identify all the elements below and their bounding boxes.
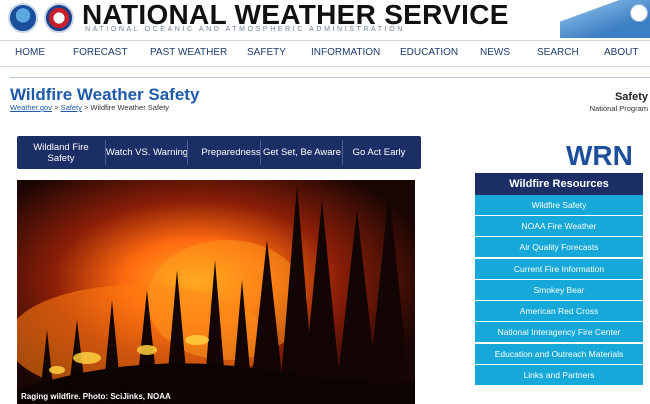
resource-link-air-quality[interactable]: Air Quality Forecasts xyxy=(475,237,643,257)
wrn-logo[interactable]: WRN xyxy=(566,140,641,171)
wrn-logo-text: WRN xyxy=(566,140,633,170)
noaa-logo[interactable] xyxy=(8,3,38,33)
breadcrumb-current: Wildfire Weather Safety xyxy=(90,103,170,112)
breadcrumb: Weather.gov > Safety > Wildfire Weather … xyxy=(10,103,169,112)
tab-watch-vs-warning[interactable]: Watch VS. Warning xyxy=(97,136,197,169)
nav-education[interactable]: EDUCATION xyxy=(400,47,458,58)
site-subtitle: NATIONAL OCEANIC AND ATMOSPHERIC ADMINIS… xyxy=(85,26,405,33)
main-navigation: HOME FORECAST PAST WEATHER SAFETY INFORM… xyxy=(0,40,650,67)
nav-forecast[interactable]: FORECAST xyxy=(73,47,127,58)
photo-caption: Raging wildfire. Photo: SciJinks, NOAA xyxy=(21,392,171,401)
breadcrumb-separator: > xyxy=(83,103,89,112)
divider xyxy=(10,77,650,78)
nav-past-weather[interactable]: PAST WEATHER xyxy=(150,47,227,58)
breadcrumb-safety[interactable]: Safety xyxy=(61,103,82,112)
resources-heading: Wildfire Resources xyxy=(475,173,643,195)
tab-get-set-be-aware[interactable]: Get Set, Be Aware xyxy=(260,136,344,169)
resource-link-smokey-bear[interactable]: Smokey Bear xyxy=(475,280,643,300)
tab-wildland-fire-safety[interactable]: Wildland Fire Safety xyxy=(21,136,101,169)
resource-link-wildfire-safety[interactable]: Wildfire Safety xyxy=(475,195,643,215)
corner-logo-icon xyxy=(630,4,648,22)
nav-news[interactable]: NEWS xyxy=(480,47,510,58)
nav-search[interactable]: SEARCH xyxy=(537,47,579,58)
resource-link-education-outreach[interactable]: Education and Outreach Materials xyxy=(475,344,643,364)
resource-link-red-cross[interactable]: American Red Cross xyxy=(475,301,643,321)
tab-divider xyxy=(187,140,188,165)
program-subheading: National Program xyxy=(589,104,648,113)
nav-safety[interactable]: SAFETY xyxy=(247,47,286,58)
resource-link-current-fire-info[interactable]: Current Fire Information xyxy=(475,259,643,279)
nav-home[interactable]: HOME xyxy=(15,47,45,58)
nav-about[interactable]: ABOUT xyxy=(604,47,638,58)
wildfire-photo xyxy=(17,180,415,404)
topic-tabs: Wildland Fire Safety Watch VS. Warning P… xyxy=(17,136,421,169)
program-heading: Safety xyxy=(614,91,648,103)
resource-link-links-partners[interactable]: Links and Partners xyxy=(475,365,643,385)
resource-link-nifc[interactable]: National Interagency Fire Center xyxy=(475,322,643,342)
resource-link-noaa-fire-weather[interactable]: NOAA Fire Weather xyxy=(475,216,643,236)
breadcrumb-separator: > xyxy=(54,103,59,112)
nws-logo[interactable] xyxy=(44,3,74,33)
nav-information[interactable]: INFORMATION xyxy=(311,47,380,58)
wildfire-resources-panel: Wildfire Resources Wildfire Safety NOAA … xyxy=(475,173,643,389)
tab-go-act-early[interactable]: Go Act Early xyxy=(341,136,417,169)
page-title: Wildfire Weather Safety xyxy=(10,85,200,104)
site-header: NATIONAL WEATHER SERVICE NATIONAL OCEANI… xyxy=(0,0,650,38)
breadcrumb-weather-gov[interactable]: Weather.gov xyxy=(10,103,52,112)
